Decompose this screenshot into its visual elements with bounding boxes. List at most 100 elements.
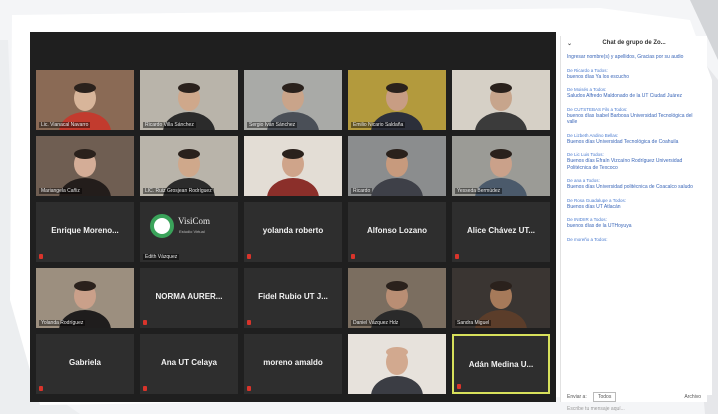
participant-tile[interactable]: Mariangela Cañiz xyxy=(36,136,134,196)
participant-caption: Sergio Iván Sánchez xyxy=(247,122,298,128)
participant-tile[interactable] xyxy=(244,136,342,196)
participant-name: Alfonso Lozano xyxy=(367,226,427,235)
participant-tile[interactable]: Enrique Moreno... xyxy=(36,202,134,262)
participant-video xyxy=(452,136,550,196)
chat-message: De Lizbeth Andino Bellas: Buenos días Uni… xyxy=(567,133,701,146)
visicom-logo-icon xyxy=(150,214,174,238)
participant-video xyxy=(140,70,238,130)
muted-mic-icon xyxy=(247,320,251,325)
participant-video xyxy=(452,268,550,328)
participant-caption: LIC. Ruiz Grosjean Rodríguez xyxy=(143,188,214,194)
participant-tile[interactable]: Yesseda Bermúdez xyxy=(452,136,550,196)
participant-name: yolanda roberto xyxy=(262,226,324,235)
muted-mic-icon xyxy=(143,386,147,391)
participant-video xyxy=(244,136,342,196)
chat-message-text: buenos días Isabel Barbosa Universidad T… xyxy=(567,112,693,126)
participant-caption: Sandra Miguel xyxy=(455,320,492,326)
video-grid: Lic. Vianacal Navarro Ricardo Villa Sánch… xyxy=(36,70,550,396)
muted-mic-icon xyxy=(455,254,459,259)
participant-name: Ana UT Celaya xyxy=(160,358,218,367)
participant-video xyxy=(36,268,134,328)
participant-name: NORMA AURER... xyxy=(155,292,223,301)
chat-message-text: Buenos días Efraín Vizcaíno Rodríguez Un… xyxy=(567,158,683,171)
participant-tile[interactable]: Ana UT Celaya xyxy=(140,334,238,394)
chat-message: De ana a Todos: Buenos días Universidad p… xyxy=(567,178,701,191)
muted-mic-icon xyxy=(39,386,43,391)
chat-message-sender: De moreño a Todos: xyxy=(567,236,608,242)
participant-video xyxy=(36,136,134,196)
participant-video xyxy=(348,136,446,196)
participant-tile[interactable]: moreno amaldo xyxy=(244,334,342,394)
participant-caption: Ricardo xyxy=(351,188,373,194)
participant-video xyxy=(348,268,446,328)
muted-mic-icon xyxy=(247,254,251,259)
chevron-down-icon[interactable]: ⌄ xyxy=(567,40,572,47)
participant-tile[interactable]: Fidel Rubio UT J... xyxy=(244,268,342,328)
chat-message: Ingresar nombre(s) y apellidos, Gracias … xyxy=(567,54,701,61)
participant-tile[interactable]: Emilio Nicario Saldaña xyxy=(348,70,446,130)
chat-header: ⌄ Chat de grupo de Zo... xyxy=(561,40,707,47)
photo-frame: Lic. Vianacal Navarro Ricardo Villa Sánch… xyxy=(0,0,718,414)
participant-tile[interactable]: Ricardo xyxy=(348,136,446,196)
chat-message: De Moisés a Todos: Saludos Alfredo Maldon… xyxy=(567,87,701,100)
chat-panel: ⌄ Chat de grupo de Zo... Ingresar nombre… xyxy=(560,36,707,412)
participant-caption: Yolanda Rodríguez xyxy=(39,320,86,326)
participant-name: VisiCom xyxy=(178,216,210,226)
chat-message-text: Buenos días UT Atlacán xyxy=(567,203,621,210)
participant-tile[interactable] xyxy=(452,70,550,130)
participant-tile[interactable]: Lic. Vianacal Navarro xyxy=(36,70,134,130)
participant-tile[interactable]: Sergio Iván Sánchez xyxy=(244,70,342,130)
muted-mic-icon xyxy=(39,254,43,259)
participant-video xyxy=(348,334,446,394)
participant-name: Enrique Moreno... xyxy=(51,226,119,235)
participant-name: Adán Medina U... xyxy=(468,360,534,369)
participant-tile[interactable]: VisiCom Estudio Virtual Edith Vázquez xyxy=(140,202,238,262)
chat-messages: Ingresar nombre(s) y apellidos, Gracias … xyxy=(567,54,701,250)
participant-video xyxy=(36,70,134,130)
participant-caption: Ricardo Villa Sánchez xyxy=(143,122,196,128)
participant-caption: Daniel Vázquez Hdz xyxy=(351,320,401,326)
participant-name: Alice Chávez UT... xyxy=(466,226,536,235)
chat-message-text: buenos días de la UTHoyuya xyxy=(567,223,632,229)
chat-message-text: Buenos días Universidad Tecnológica de C… xyxy=(567,138,679,145)
participant-tile[interactable]: Yolanda Rodríguez xyxy=(36,268,134,328)
participant-tile[interactable]: Alice Chávez UT... xyxy=(452,202,550,262)
participant-tile[interactable]: Daniel Vázquez Hdz xyxy=(348,268,446,328)
participant-tile[interactable]: Gabriela xyxy=(36,334,134,394)
participant-tile[interactable]: Adán Medina U... xyxy=(452,334,550,394)
send-to-select[interactable]: Todos xyxy=(593,392,617,402)
chat-message: De Ricardo a Todos: buenos días Ya los es… xyxy=(567,68,701,81)
participant-name: moreno amaldo xyxy=(263,358,323,367)
chat-input[interactable]: Escribe tu mensaje aquí... xyxy=(567,406,625,412)
chat-message-text: Ingresar nombre(s) y apellidos, Gracias … xyxy=(567,54,684,60)
participant-caption: Yesseda Bermúdez xyxy=(455,188,503,194)
chat-message: De CUTSTEBAS Fils a Todos: buenos días Is… xyxy=(567,107,701,126)
participant-video xyxy=(140,136,238,196)
chat-message-text: Saludos Alfredo Maldonado de la UT Ciuda… xyxy=(567,93,682,99)
chat-message: De Rosa Guadalupe a Todos: Buenos días UT… xyxy=(567,198,701,211)
zoom-gallery-window: Lic. Vianacal Navarro Ricardo Villa Sánch… xyxy=(30,32,556,402)
participant-tile[interactable]: Alfonso Lozano xyxy=(348,202,446,262)
chat-message: De moreño a Todos: xyxy=(567,237,701,243)
participant-tile[interactable]: Sandra Miguel xyxy=(452,268,550,328)
file-button[interactable]: Archivo xyxy=(684,394,701,400)
participant-tile[interactable]: NORMA AURER... xyxy=(140,268,238,328)
chat-message-text: buenos días Ya los escucho xyxy=(567,73,630,80)
chat-message: De Lic Luis Todos: Buenos días Efraín Viz… xyxy=(567,152,701,171)
participant-tile[interactable]: yolanda roberto xyxy=(244,202,342,262)
participant-video xyxy=(348,70,446,130)
chat-message: De INIDIIR a Todos: buenos días de la UTH… xyxy=(567,217,701,230)
muted-mic-icon xyxy=(247,386,251,391)
participant-caption: Mariangela Cañiz xyxy=(39,188,82,194)
participant-tile[interactable]: Ricardo Villa Sánchez xyxy=(140,70,238,130)
participant-caption: Edith Vázquez xyxy=(143,254,180,260)
participant-tile[interactable] xyxy=(348,334,446,394)
chat-message-text: Buenos días Universidad politécnica de C… xyxy=(567,184,693,190)
participant-name: Fidel Rubio UT J... xyxy=(258,292,328,301)
participant-tile[interactable]: LIC. Ruiz Grosjean Rodríguez xyxy=(140,136,238,196)
participant-caption: Lic. Vianacal Navarro xyxy=(39,122,91,128)
muted-mic-icon xyxy=(457,384,461,389)
muted-mic-icon xyxy=(351,254,355,259)
logo-subtitle: Estudio Virtual xyxy=(179,229,205,234)
participant-caption: Emilio Nicario Saldaña xyxy=(351,122,406,128)
